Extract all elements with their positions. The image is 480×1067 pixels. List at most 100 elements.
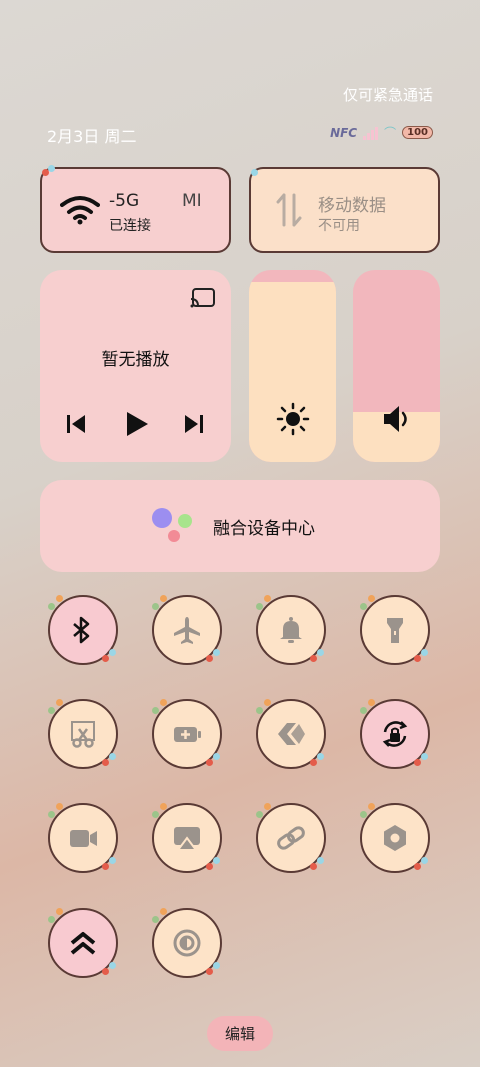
sun-icon <box>276 402 310 436</box>
wifi-state: 已连接 <box>109 218 151 234</box>
heart-decoration <box>264 595 271 602</box>
heart-decoration <box>317 649 324 656</box>
heart-decoration <box>160 595 167 602</box>
heart-decoration <box>414 759 421 766</box>
heart-decoration <box>48 811 55 818</box>
heart-decoration <box>160 699 167 706</box>
wifi-card[interactable]: -5G MI 已连接 <box>40 165 231 253</box>
media-player-card: 暂无播放 <box>40 270 231 462</box>
mobile-data-title: 移动数据 <box>318 196 386 216</box>
toggle-rotation-lock[interactable] <box>360 699 430 769</box>
settings-icon <box>380 823 410 853</box>
heart-decoration <box>310 863 317 870</box>
toggle-screenshot[interactable] <box>48 699 118 769</box>
previous-button[interactable] <box>65 413 87 435</box>
heart-decoration <box>152 603 159 610</box>
bluetooth-icon <box>68 615 98 645</box>
toggle-bluetooth[interactable] <box>48 595 118 665</box>
heart-decoration <box>213 753 220 760</box>
status-icons: NFC ⌒ 100 <box>330 124 433 141</box>
toggle-airplane[interactable] <box>152 595 222 665</box>
boost-icon <box>68 928 98 958</box>
heart-decoration <box>109 857 116 864</box>
heart-decoration <box>109 753 116 760</box>
heart-decoration <box>206 655 213 662</box>
device-center-button[interactable]: 融合设备中心 <box>40 480 440 572</box>
heart-decoration <box>102 759 109 766</box>
nfc-icon: NFC <box>330 125 358 140</box>
brightness-slider[interactable] <box>249 270 336 462</box>
signal-icon <box>363 126 379 140</box>
screenshot-icon <box>68 719 98 749</box>
heart-decoration <box>264 803 271 810</box>
heart-decoration <box>414 863 421 870</box>
heart-decoration <box>206 968 213 975</box>
mobile-data-icon <box>276 193 302 227</box>
toggle-screen-record[interactable] <box>48 803 118 873</box>
cast-screen-icon <box>172 823 202 853</box>
heart-decoration <box>102 655 109 662</box>
heart-decoration <box>109 649 116 656</box>
toggle-nearby-share[interactable] <box>256 699 326 769</box>
heart-decoration <box>360 811 367 818</box>
toggle-bell[interactable] <box>256 595 326 665</box>
heart-decoration <box>152 916 159 923</box>
battery-indicator: 100 <box>402 126 433 139</box>
heart-decoration <box>56 699 63 706</box>
heart-decoration <box>109 962 116 969</box>
cast-icon[interactable] <box>190 287 216 309</box>
toggle-boost[interactable] <box>48 908 118 978</box>
heart-decoration <box>256 811 263 818</box>
heart-decoration <box>48 603 55 610</box>
wifi-icon <box>60 196 100 225</box>
heart-decoration <box>206 759 213 766</box>
contrast-icon <box>172 928 202 958</box>
heart-decoration <box>152 707 159 714</box>
heart-decoration <box>414 655 421 662</box>
toggle-battery-saver[interactable] <box>152 699 222 769</box>
heart-decoration <box>368 803 375 810</box>
heart-decoration <box>421 857 428 864</box>
heart-decoration <box>421 649 428 656</box>
heart-decoration <box>256 603 263 610</box>
wifi-status-icon: ⌒ <box>384 126 397 140</box>
wifi-ssid: -5G <box>109 191 140 211</box>
heart-decoration <box>360 707 367 714</box>
heart-decoration <box>213 962 220 969</box>
heart-decoration <box>206 863 213 870</box>
heart-decoration <box>360 603 367 610</box>
heart-decoration <box>56 908 63 915</box>
heart-decoration <box>317 753 324 760</box>
heart-decoration <box>160 908 167 915</box>
nearby-share-icon <box>276 719 306 749</box>
media-status: 暂无播放 <box>101 350 170 370</box>
toggle-flashlight[interactable] <box>360 595 430 665</box>
toggle-link[interactable] <box>256 803 326 873</box>
play-button[interactable] <box>124 410 150 438</box>
toggle-settings[interactable] <box>360 803 430 873</box>
heart-decoration <box>48 916 55 923</box>
volume-slider[interactable] <box>353 270 440 462</box>
heart-decoration <box>56 595 63 602</box>
toggle-cast-screen[interactable] <box>152 803 222 873</box>
heart-decoration <box>102 863 109 870</box>
mobile-data-card[interactable]: 移动数据 不可用 <box>249 167 440 253</box>
heart-decoration <box>368 699 375 706</box>
link-icon <box>276 823 306 853</box>
heart-decoration <box>256 707 263 714</box>
date-label: 2月3日 周二 <box>47 127 137 146</box>
heart-decoration <box>264 699 271 706</box>
bell-icon <box>276 615 306 645</box>
toggle-contrast[interactable] <box>152 908 222 978</box>
heart-decoration <box>102 968 109 975</box>
heart-decoration <box>56 803 63 810</box>
heart-decoration <box>48 707 55 714</box>
heart-decoration <box>310 655 317 662</box>
next-button[interactable] <box>183 413 205 435</box>
screen-record-icon <box>68 823 98 853</box>
edit-button[interactable]: 编辑 <box>207 1016 273 1051</box>
speaker-icon <box>384 406 407 432</box>
device-center-icon <box>152 508 196 544</box>
heart-decoration <box>317 857 324 864</box>
heart-decoration <box>213 857 220 864</box>
